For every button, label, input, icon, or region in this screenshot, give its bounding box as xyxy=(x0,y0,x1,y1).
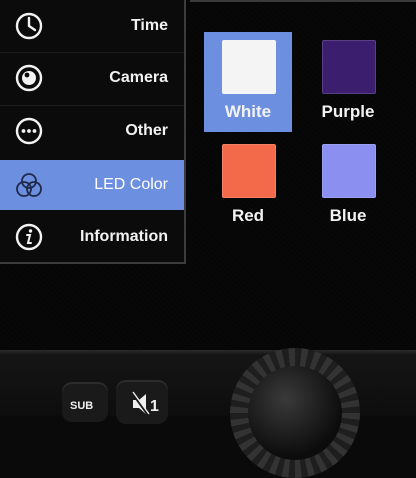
menu-item-label: Time xyxy=(130,17,168,34)
volume-knob-cap xyxy=(248,366,342,460)
menu-item-led-color[interactable]: LED Color xyxy=(0,160,184,210)
color-swatch xyxy=(322,40,376,94)
menu-item-label: Camera xyxy=(109,69,168,86)
menu-item-camera[interactable]: Camera xyxy=(0,53,184,103)
info-icon xyxy=(11,223,47,251)
color-circles-icon xyxy=(11,171,47,199)
color-option-label: White xyxy=(224,102,272,121)
color-option-label: Purple xyxy=(321,102,375,121)
color-swatch xyxy=(222,40,276,94)
sub-button-label: SUB xyxy=(70,400,94,412)
color-option-white[interactable]: White xyxy=(204,32,292,132)
color-option-blue[interactable]: Blue xyxy=(304,136,392,236)
menu-item-time[interactable]: Time xyxy=(0,1,184,51)
camera-lens-icon xyxy=(11,64,47,92)
color-option-red[interactable]: Red xyxy=(204,136,292,236)
mute-button-label: 1 xyxy=(150,398,159,415)
panel-border xyxy=(190,0,416,10)
menu-item-information[interactable]: Information xyxy=(0,212,184,262)
clock-icon xyxy=(11,12,47,40)
color-swatch xyxy=(322,144,376,198)
menu-item-label: Information xyxy=(80,228,168,245)
settings-menu: Time Camera Other LED Color Information xyxy=(0,0,186,264)
color-swatch xyxy=(222,144,276,198)
color-option-label: Blue xyxy=(329,206,367,225)
device-bezel xyxy=(0,350,416,356)
color-option-label: Red xyxy=(231,206,265,225)
device-screen: Time Camera Other LED Color Information … xyxy=(0,0,416,350)
led-color-panel: White Purple Red Blue xyxy=(190,0,416,240)
menu-item-label: Other xyxy=(125,122,168,139)
menu-item-other[interactable]: Other xyxy=(0,106,184,156)
more-dots-icon xyxy=(11,117,47,145)
color-option-purple[interactable]: Purple xyxy=(304,32,392,132)
menu-item-label: LED Color xyxy=(94,176,168,193)
